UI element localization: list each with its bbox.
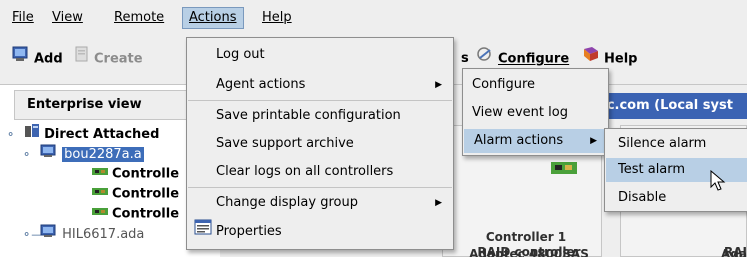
controller-card-icon <box>92 164 108 184</box>
collapsed-handle-icon[interactable]: ⚬— <box>22 225 42 245</box>
tree-node-bou2287a[interactable]: ⚬ bou2287a.a <box>22 144 144 164</box>
create-icon <box>74 46 90 72</box>
agent-actions-item[interactable]: Agent actions ▶ <box>188 73 452 97</box>
tree-node-controller[interactable]: Controlle <box>92 204 179 224</box>
controller-board-icon <box>551 160 577 180</box>
menu-help-label: Help <box>262 10 292 25</box>
log-out-item[interactable]: Log out <box>188 43 452 67</box>
view-event-log-item[interactable]: View event log <box>464 101 607 125</box>
add-server-icon <box>12 46 30 72</box>
menu-actions-label: Actions <box>189 10 237 25</box>
menu-actions[interactable]: Actions <box>182 7 244 29</box>
expanded-handle-icon[interactable]: ⚬ <box>6 125 16 145</box>
menu-bar: File View Remote Actions Help <box>0 0 747 34</box>
change-display-group-item[interactable]: Change display group ▶ <box>188 191 452 215</box>
configure-label: Configure <box>498 51 570 67</box>
menu-file[interactable]: File <box>6 7 40 29</box>
create-button[interactable]: Create <box>74 46 143 72</box>
tree-node-direct-attached[interactable]: ⚬ Direct Attached <box>6 124 159 144</box>
menu-view[interactable]: View <box>46 7 89 29</box>
enterprise-view-header: Enterprise view <box>14 90 214 120</box>
menu-remote[interactable]: Remote <box>108 7 170 29</box>
submenu-arrow-icon: ▶ <box>435 80 442 90</box>
add-label: Add <box>34 51 63 67</box>
menu-separator <box>188 100 452 101</box>
menu-view-label: View <box>52 10 83 25</box>
tree-node-controller[interactable]: Controlle <box>92 164 179 184</box>
silence-alarm-item[interactable]: Silence alarm <box>606 132 747 156</box>
actions-menu: Log out Agent actions ▶ Save printable co… <box>186 37 454 250</box>
save-printable-configuration-item[interactable]: Save printable configuration <box>188 104 452 128</box>
clear-logs-item[interactable]: Clear logs on all controllers <box>188 160 452 184</box>
expanded-handle-icon[interactable]: ⚬ <box>22 145 32 165</box>
controller-card-icon <box>92 204 108 224</box>
controller-model: Adaptec 4800SAS <box>469 247 589 257</box>
tree-label: Controlle <box>112 206 180 222</box>
server-icon <box>40 224 58 245</box>
second-card-model: Ada <box>721 247 747 257</box>
controller-card-icon <box>92 184 108 204</box>
tree-label: Controlle <box>112 186 180 202</box>
tree-label: Direct Attached <box>44 127 160 142</box>
tree-node-controller[interactable]: Controlle <box>92 184 179 204</box>
create-label: Create <box>94 51 143 67</box>
system-title-bar: ec.com (Local syst <box>598 93 747 119</box>
menu-help[interactable]: Help <box>256 7 298 29</box>
agent-actions-submenu: Configure View event log Alarm actions ▶ <box>462 68 609 156</box>
alarm-actions-item[interactable]: Alarm actions ▶ <box>464 129 607 153</box>
configure-item[interactable]: Configure <box>464 73 607 97</box>
properties-icon <box>194 219 212 244</box>
menu-remote-label: Remote <box>114 10 165 25</box>
tree-label: bou2287a.a <box>62 147 144 162</box>
submenu-arrow-icon: ▶ <box>435 198 442 208</box>
tree-label: Controlle <box>112 166 180 182</box>
enterprise-icon <box>24 124 40 145</box>
app-window: File View Remote Actions Help Add Create… <box>0 0 747 257</box>
controller-name: Controller 1 <box>485 230 567 244</box>
menu-file-label: File <box>12 10 34 25</box>
tree-label: HIL6617.ada <box>62 227 145 242</box>
submenu-arrow-icon: ▶ <box>590 136 597 146</box>
properties-item[interactable]: Properties <box>188 219 452 243</box>
server-icon <box>40 144 58 165</box>
help-label: Help <box>604 51 638 67</box>
mouse-cursor-icon <box>710 169 726 196</box>
add-button[interactable]: Add <box>12 46 63 72</box>
save-support-archive-item[interactable]: Save support archive <box>188 132 452 156</box>
menu-separator <box>188 187 452 188</box>
tree-node-hil6617[interactable]: ⚬— HIL6617.ada <box>22 224 144 244</box>
